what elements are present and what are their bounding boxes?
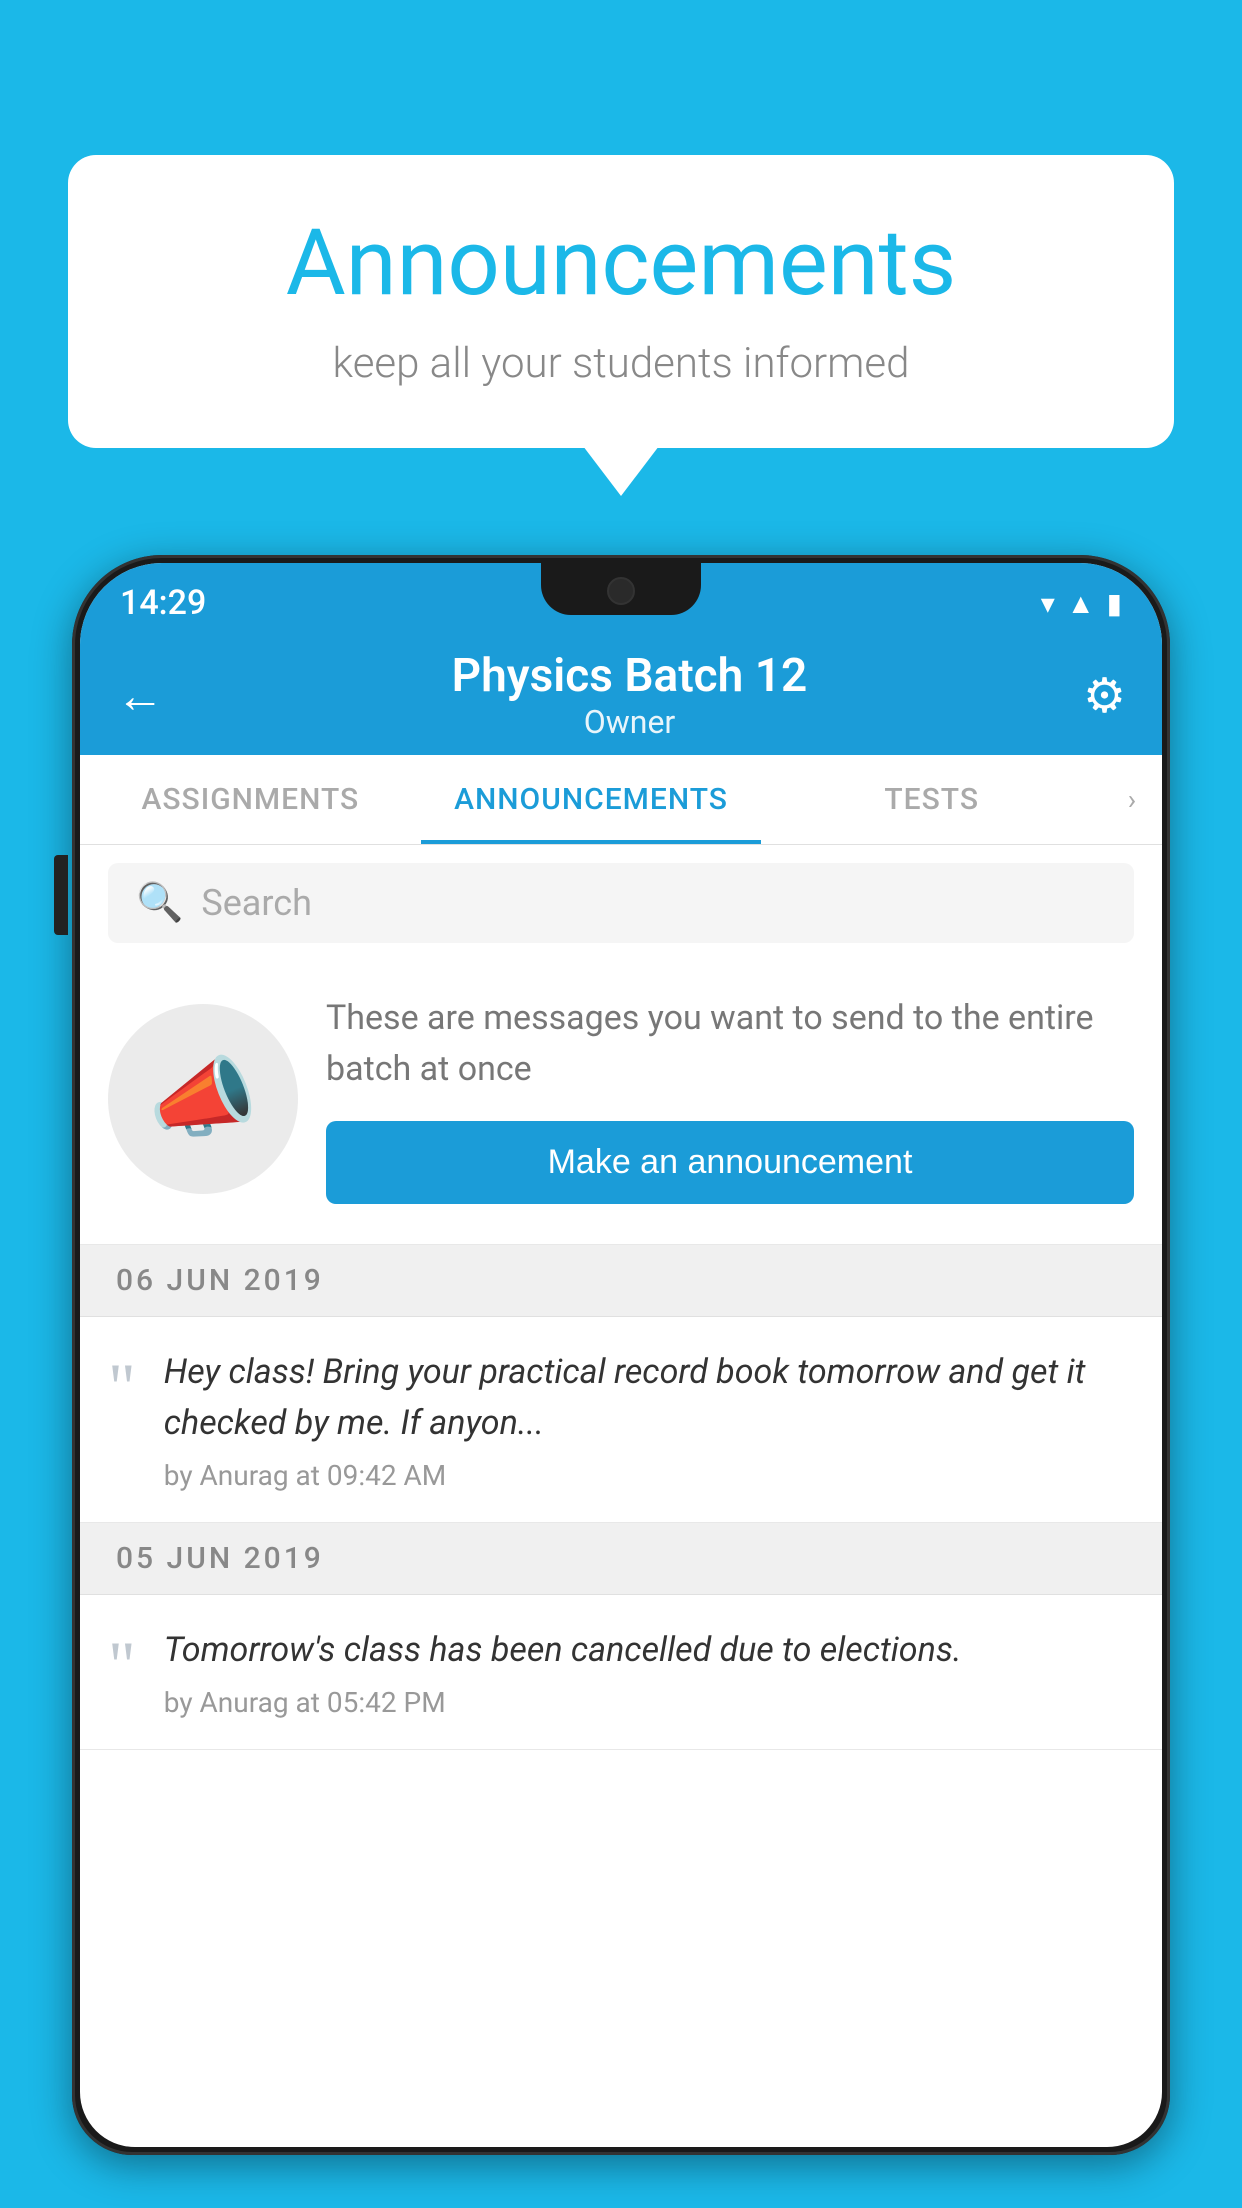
batch-title: Physics Batch 12 [452, 649, 808, 703]
settings-icon[interactable]: ⚙ [1083, 667, 1126, 724]
search-icon: 🔍 [136, 881, 183, 925]
prompt-icon-circle: 📣 [108, 1004, 298, 1194]
make-announcement-button[interactable]: Make an announcement [326, 1121, 1134, 1204]
announcement-content-1: Hey class! Bring your practical record b… [164, 1347, 1134, 1492]
wifi-icon: ▾ [1041, 587, 1055, 620]
status-time: 14:29 [120, 583, 206, 623]
search-placeholder: Search [201, 882, 312, 924]
megaphone-icon: 📣 [148, 1047, 258, 1150]
tabs-bar: ASSIGNMENTS ANNOUNCEMENTS TESTS › [80, 755, 1162, 845]
phone-frame: 14:29 ▾ ▲ ▮ ← Physics Batch 12 Owner ⚙ [72, 555, 1170, 2155]
announcement-text-1: Hey class! Bring your practical record b… [164, 1347, 1134, 1449]
tab-announcements[interactable]: ANNOUNCEMENTS [421, 755, 762, 844]
tabs-more-icon[interactable]: › [1102, 755, 1162, 844]
date-separator-1: 06 JUN 2019 [80, 1245, 1162, 1317]
prompt-text: These are messages you want to send to t… [326, 993, 1134, 1095]
status-icons: ▾ ▲ ▮ [1041, 587, 1122, 620]
search-container: 🔍 Search [80, 845, 1162, 961]
tab-tests[interactable]: TESTS [761, 755, 1102, 844]
phone-notch [541, 563, 701, 615]
battery-icon: ▮ [1107, 587, 1122, 620]
announcement-item-1[interactable]: " Hey class! Bring your practical record… [80, 1317, 1162, 1523]
announcement-meta-1: by Anurag at 09:42 AM [164, 1459, 1134, 1492]
quote-icon-1: " [108, 1353, 136, 1421]
announcement-meta-2: by Anurag at 05:42 PM [164, 1686, 1134, 1719]
quote-icon-2: " [108, 1631, 136, 1699]
tab-assignments[interactable]: ASSIGNMENTS [80, 755, 421, 844]
announcement-content-2: Tomorrow's class has been cancelled due … [164, 1625, 1134, 1719]
phone-screen: 14:29 ▾ ▲ ▮ ← Physics Batch 12 Owner ⚙ [80, 563, 1162, 2147]
back-button[interactable]: ← [116, 667, 176, 724]
batch-role: Owner [452, 703, 808, 741]
date-separator-2: 05 JUN 2019 [80, 1523, 1162, 1595]
announcement-text-2: Tomorrow's class has been cancelled due … [164, 1625, 1134, 1676]
phone-container: 14:29 ▾ ▲ ▮ ← Physics Batch 12 Owner ⚙ [72, 555, 1170, 2208]
top-bar-title-container: Physics Batch 12 Owner [452, 649, 808, 741]
signal-icon: ▲ [1067, 587, 1095, 620]
top-bar: ← Physics Batch 12 Owner ⚙ [80, 635, 1162, 755]
camera [607, 577, 635, 605]
search-bar[interactable]: 🔍 Search [108, 863, 1134, 943]
prompt-right: These are messages you want to send to t… [326, 993, 1134, 1204]
announcement-prompt: 📣 These are messages you want to send to… [80, 961, 1162, 1245]
speech-bubble-container: Announcements keep all your students inf… [68, 155, 1174, 448]
bubble-subtitle: keep all your students informed [128, 339, 1114, 388]
bubble-title: Announcements [128, 210, 1114, 317]
announcement-item-2[interactable]: " Tomorrow's class has been cancelled du… [80, 1595, 1162, 1750]
speech-bubble: Announcements keep all your students inf… [68, 155, 1174, 448]
